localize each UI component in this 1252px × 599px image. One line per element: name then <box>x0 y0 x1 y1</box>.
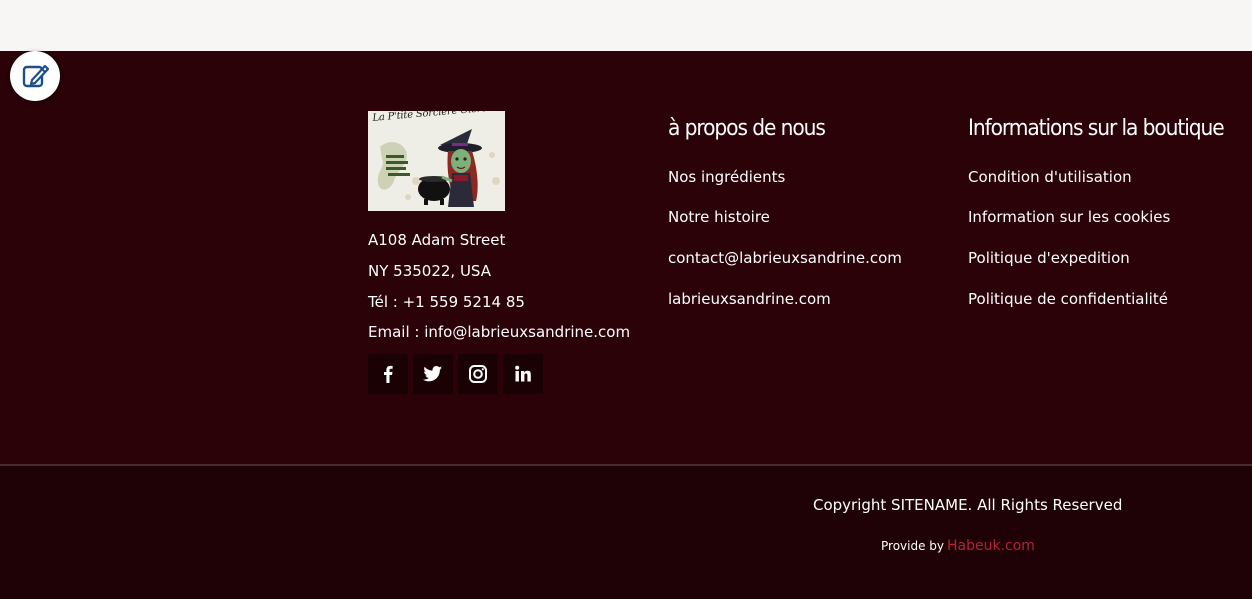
about-link-contact-email[interactable]: contact@labrieuxsandrine.com <box>668 249 902 267</box>
shop-logo[interactable]: La P'tite Sorcière Oléronaise <box>368 111 505 211</box>
about-heading: à propos de nous <box>668 116 826 141</box>
copyright-text: Copyright SITENAME. All Rights Reserved <box>813 496 1123 514</box>
edit-icon <box>22 64 50 88</box>
linkedin-link[interactable] <box>503 354 543 394</box>
twitter-link[interactable] <box>413 354 453 394</box>
witch-illustration <box>377 129 500 207</box>
footer-bottom-bar <box>0 466 1252 599</box>
about-link-website[interactable]: labrieuxsandrine.com <box>668 290 831 308</box>
edit-button[interactable] <box>10 51 60 101</box>
twitter-icon <box>423 366 443 382</box>
shop-link-cookies[interactable]: Information sur les cookies <box>968 208 1170 226</box>
address-line-1: A108 Adam Street <box>368 231 506 249</box>
address-line-2: NY 535022, USA <box>368 262 491 280</box>
shop-link-shipping[interactable]: Politique d'expedition <box>968 249 1130 267</box>
linkedin-icon <box>515 365 531 382</box>
instagram-icon <box>469 365 487 383</box>
facebook-link[interactable] <box>368 354 408 394</box>
top-bar <box>0 0 1252 51</box>
provide-by-label: Provide by <box>881 539 945 553</box>
shop-info-heading: Informations sur la boutique <box>968 116 1225 141</box>
contact-email[interactable]: Email : info@labrieuxsandrine.com <box>368 323 630 341</box>
shop-link-terms[interactable]: Condition d'utilisation <box>968 168 1132 186</box>
shop-link-privacy[interactable]: Politique de confidentialité <box>968 290 1168 308</box>
instagram-link[interactable] <box>458 354 498 394</box>
facebook-icon <box>384 365 393 383</box>
about-link-ingredients[interactable]: Nos ingrédients <box>668 168 785 186</box>
about-link-history[interactable]: Notre histoire <box>668 208 770 226</box>
provider-link[interactable]: Habeuk.com <box>947 538 1035 554</box>
phone-number: Tél : +1 559 5214 85 <box>368 293 525 311</box>
